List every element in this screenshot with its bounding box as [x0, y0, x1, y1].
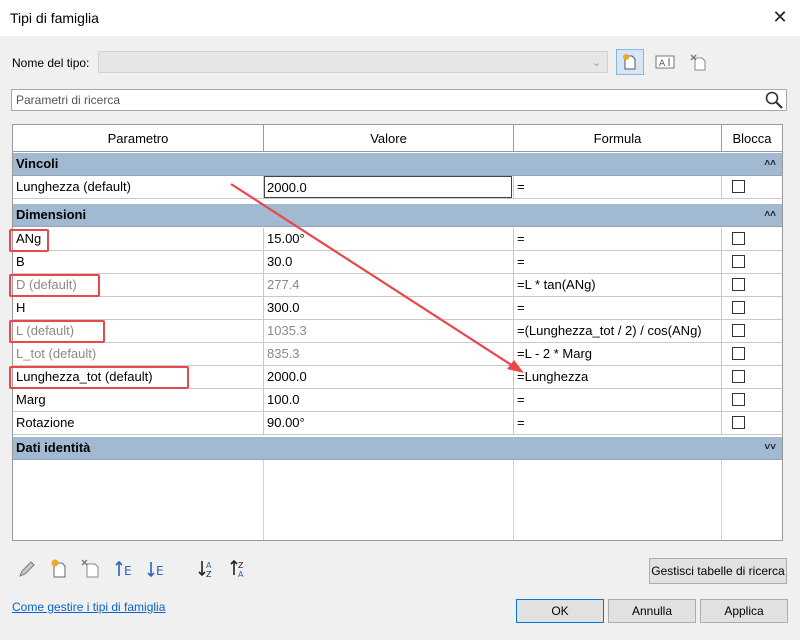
- help-link[interactable]: Come gestire i tipi di famiglia: [12, 600, 165, 614]
- move-down-icon[interactable]: E: [146, 558, 168, 580]
- sort-ascending-icon[interactable]: AZ: [197, 558, 219, 580]
- manage-lookup-tables-button[interactable]: Gestisci tabelle di ricerca: [649, 558, 787, 584]
- svg-text:E: E: [124, 564, 132, 578]
- sort-descending-icon[interactable]: ZA: [229, 558, 251, 580]
- delete-parameter-icon[interactable]: [80, 558, 102, 580]
- svg-text:Z: Z: [206, 570, 212, 579]
- cancel-button[interactable]: Annulla: [608, 599, 696, 623]
- svg-text:A: A: [206, 561, 212, 570]
- svg-text:A: A: [238, 570, 244, 579]
- ok-button[interactable]: OK: [516, 599, 604, 623]
- annotation-arrow: [230, 183, 524, 373]
- move-up-icon[interactable]: E: [114, 558, 136, 580]
- apply-button[interactable]: Applica: [700, 599, 788, 623]
- new-parameter-icon[interactable]: [48, 558, 70, 580]
- svg-text:Z: Z: [238, 561, 244, 570]
- edit-parameter-icon[interactable]: [16, 558, 38, 580]
- svg-text:E: E: [156, 564, 164, 578]
